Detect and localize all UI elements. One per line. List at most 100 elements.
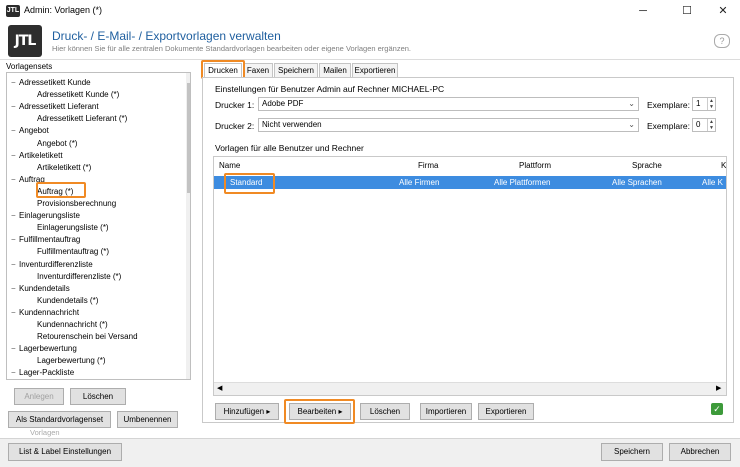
collapse-icon[interactable]: − (11, 367, 19, 379)
tree-item[interactable]: Auftrag (*) (37, 186, 73, 198)
delete-template-button[interactable]: Löschen (360, 403, 410, 420)
collapse-icon[interactable]: − (11, 234, 19, 246)
close-icon[interactable]: ✕ (716, 4, 730, 18)
scroll-right-icon[interactable]: ▶ (716, 384, 721, 392)
jtl-logo: JTL (8, 25, 42, 57)
collapse-icon[interactable]: − (11, 210, 19, 222)
tree-label: Einlagerungsliste (*) (37, 223, 109, 233)
tree-label: Adressetikett Lieferant (*) (37, 114, 128, 124)
printer2-select[interactable]: Nicht verwenden ⌄ (258, 118, 639, 132)
tree-group[interactable]: − Einlagerungsliste (11, 210, 80, 222)
column-header-sprache[interactable]: Sprache (632, 161, 662, 170)
tree-item[interactable]: Kundennachricht (*) (37, 319, 108, 331)
maximize-icon[interactable]: ☐ (680, 4, 694, 18)
tree-item[interactable]: Adressetikett Lieferant (*) (37, 113, 127, 125)
window-title: Admin: Vorlagen (*) (24, 5, 103, 15)
printer2-label: Drucker 2: (215, 121, 255, 131)
tree-label: Angebot (19, 126, 49, 136)
printer1-select[interactable]: Adobe PDF ⌄ (258, 97, 639, 111)
tree-group[interactable]: − Kundendetails (11, 283, 70, 295)
spin-arrows-icon[interactable]: ▲ ▼ (707, 98, 715, 110)
tree-group[interactable]: − Lager-Packliste (11, 367, 74, 379)
import-button[interactable]: Importieren (420, 403, 472, 420)
copies2-value: 0 (696, 120, 701, 129)
save-button[interactable]: Speichern (601, 443, 663, 461)
export-button[interactable]: Exportieren (478, 403, 534, 420)
check-icon: ✓ (711, 403, 723, 415)
collapse-icon[interactable]: − (11, 101, 19, 113)
tree-item[interactable]: Einlagerungsliste (*) (37, 222, 109, 234)
tree-group[interactable]: − Artikeletikett (11, 150, 63, 162)
tab-speichern[interactable]: Speichern (274, 63, 318, 77)
minimize-icon[interactable]: ─ (636, 4, 650, 18)
tree-group[interactable]: − Adressetikett Kunde (11, 77, 91, 89)
anlegen-button[interactable]: Anlegen (14, 388, 64, 405)
tree-item[interactable]: Kundendetails (*) (37, 295, 98, 307)
tree-item[interactable]: Angebot (*) (37, 138, 77, 150)
tree-item[interactable]: Adressetikett Kunde (*) (37, 89, 119, 101)
tree-group[interactable]: − Auftrag (11, 174, 45, 186)
tree-label: Lagerbewertung (*) (37, 356, 106, 366)
tree-group[interactable]: − Angebot (11, 125, 49, 137)
collapse-icon[interactable]: − (11, 307, 19, 319)
printer1-value: Adobe PDF (262, 99, 304, 108)
copies1-value: 1 (696, 99, 701, 108)
tree-label: Adressetikett Lieferant (19, 102, 99, 112)
column-header-name[interactable]: Name (219, 161, 240, 170)
tree-group[interactable]: − Kundennachricht (11, 307, 79, 319)
edit-button[interactable]: Bearbeiten ▸ (289, 403, 351, 420)
column-header-plattform[interactable]: Plattform (519, 161, 551, 170)
template-set-tree[interactable]: − Adressetikett Kunde Adressetikett Kunde … (6, 72, 191, 380)
tree-item[interactable]: Retourenschein bei Versand (37, 331, 138, 343)
collapse-icon[interactable]: − (11, 150, 19, 162)
cell-k: Alle K (702, 178, 723, 187)
add-label: Hinzufügen (223, 407, 265, 416)
tree-label: Inventurdifferenzliste (*) (37, 271, 122, 281)
page-title: Druck- / E-Mail- / Exportvorlagen verwal… (52, 29, 281, 43)
tree-item[interactable]: Lagerbewertung (*) (37, 355, 105, 367)
caret-right-icon: ▸ (266, 407, 271, 416)
collapse-icon[interactable]: − (11, 174, 19, 186)
tree-item[interactable]: Provisionsberechnung (37, 198, 116, 210)
tree-group[interactable]: − Lagerbewertung (11, 343, 77, 355)
edit-label: Bearbeiten (297, 407, 337, 416)
tree-group[interactable]: − Fulfillmentauftrag (11, 234, 80, 246)
tree-group[interactable]: − Adressetikett Lieferant (11, 101, 99, 113)
templates-table[interactable]: Name Firma Plattform Sprache K Standard … (213, 156, 727, 396)
tree-label: Lager-Packliste (19, 368, 75, 378)
tree-item[interactable]: Fulfillmentauftrag (*) (37, 246, 109, 258)
collapse-icon[interactable]: − (11, 283, 19, 295)
tree-label: Lagerbewertung (19, 344, 77, 354)
printer2-value: Nicht verwenden (262, 120, 322, 129)
scroll-left-icon[interactable]: ◀ (217, 384, 222, 392)
help-icon[interactable]: ? (714, 34, 730, 48)
tab-exportieren[interactable]: Exportieren (352, 63, 398, 77)
collapse-icon[interactable]: − (11, 343, 19, 355)
add-button[interactable]: Hinzufügen ▸ (215, 403, 279, 420)
copies1-stepper[interactable]: 1 ▲ ▼ (692, 97, 716, 111)
column-header-firma[interactable]: Firma (418, 161, 438, 170)
tree-item[interactable]: Inventurdifferenzliste (*) (37, 271, 121, 283)
tree-scrollbar-thumb[interactable] (187, 83, 190, 193)
collapse-icon[interactable]: − (11, 259, 19, 271)
tab-mailen[interactable]: Mailen (319, 63, 351, 77)
tree-item[interactable]: Artikeletikett (*) (37, 162, 91, 174)
list-label-settings-button[interactable]: List & Label Einstellungen (8, 443, 122, 461)
tree-label: Adressetikett Kunde (19, 78, 91, 87)
settings-label: Einstellungen für Benutzer Admin auf Rec… (215, 84, 445, 94)
tree-group[interactable]: − Inventurdifferenzliste (11, 259, 93, 271)
rename-button[interactable]: Umbenennen (117, 411, 178, 428)
cancel-button[interactable]: Abbrechen (669, 443, 731, 461)
copies2-stepper[interactable]: 0 ▲ ▼ (692, 118, 716, 132)
caret-right-icon: ▸ (338, 407, 343, 416)
tab-drucken[interactable]: Drucken (204, 63, 242, 78)
set-as-standard-button[interactable]: Als Standardvorlagenset (8, 411, 111, 428)
collapse-icon[interactable]: − (11, 77, 19, 89)
table-hscrollbar[interactable]: ◀ ▶ (214, 382, 726, 395)
tree-label: Auftrag (19, 174, 45, 184)
tab-faxen[interactable]: Faxen (243, 63, 273, 77)
collapse-icon[interactable]: − (11, 125, 19, 137)
column-header-k[interactable]: K (721, 161, 726, 170)
spin-arrows-icon[interactable]: ▲ ▼ (707, 119, 715, 131)
delete-set-button[interactable]: Löschen (70, 388, 126, 405)
